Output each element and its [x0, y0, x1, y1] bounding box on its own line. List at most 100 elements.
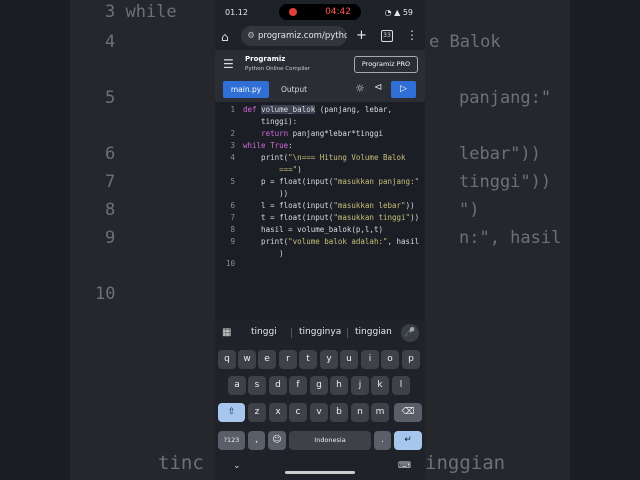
more-menu-icon[interactable]: ⋮ — [406, 28, 418, 42]
key-r[interactable]: r — [279, 350, 297, 369]
brand-logo[interactable]: Programiz — [245, 55, 285, 63]
key-a[interactable]: a — [228, 376, 246, 395]
tab-main-py[interactable]: main.py — [223, 81, 269, 98]
run-button[interactable]: ▷ — [391, 81, 416, 98]
key-i[interactable]: i — [361, 350, 379, 369]
shift-key[interactable]: ⇧ — [218, 403, 245, 422]
code-line: 10 — [225, 259, 235, 268]
key-v[interactable]: v — [310, 403, 328, 422]
symbols-key[interactable]: ?123 — [218, 431, 245, 450]
bg-line-8: 8 — [105, 200, 116, 220]
key-e[interactable]: e — [258, 350, 276, 369]
comma-key[interactable]: , — [248, 431, 265, 450]
code-line: 5 p = float(input("masukkan panjang:" — [230, 177, 420, 186]
bg-right-line-2: panjang:" — [459, 88, 552, 108]
bg-line-4: 4 — [105, 32, 116, 52]
key-p[interactable]: p — [402, 350, 420, 369]
shift-icon: ⇧ — [227, 407, 236, 417]
bg-line-10: 10 — [95, 284, 116, 304]
brand-subtitle: Python Online Compiler — [245, 66, 311, 72]
address-field[interactable]: ⚙ programiz.com/pytho — [241, 26, 347, 46]
key-x[interactable]: x — [269, 403, 287, 422]
key-u[interactable]: u — [340, 350, 358, 369]
space-key[interactable]: Indonesia — [289, 431, 371, 450]
code-line: 6 l = float(input("masukkan lebar")) — [230, 201, 415, 210]
key-s[interactable]: s — [248, 376, 266, 395]
signal-icon: ▲ — [394, 8, 401, 17]
bg-line-7: 7 — [105, 172, 116, 192]
enter-icon: ↵ — [404, 435, 412, 445]
url-text: programiz.com/pytho — [258, 31, 347, 41]
key-h[interactable]: h — [330, 376, 348, 395]
code-editor[interactable]: 1 def volume_balok (panjang, lebar, tingg… — [215, 102, 425, 320]
bg-right-line-1: e Balok — [429, 32, 501, 52]
key-t[interactable]: t — [299, 350, 317, 369]
keyboard-switch-icon[interactable]: ⌨ — [398, 461, 411, 471]
record-dot-icon — [289, 8, 297, 16]
key-f[interactable]: f — [289, 376, 307, 395]
bg-right-line-6: n:", hasil — [459, 228, 562, 248]
share-icon[interactable]: ⊲ — [374, 82, 382, 93]
period-key[interactable]: . — [374, 431, 391, 450]
key-c[interactable]: c — [289, 403, 307, 422]
system-nav-bar: ⌄ ⌨ — [215, 458, 425, 480]
code-line: 9 print("volume balok adalah:", hasil — [230, 237, 420, 246]
microphone-icon[interactable]: 🎤 — [401, 324, 419, 342]
code-line: )) — [243, 189, 289, 198]
suggestion-3[interactable]: tinggian — [355, 327, 392, 337]
programiz-pro-button[interactable]: Programiz PRO — [354, 56, 418, 73]
key-n[interactable]: n — [351, 403, 369, 422]
bg-bottom-right: inggian — [425, 452, 506, 474]
recording-pill[interactable]: 04:42 — [279, 4, 361, 20]
background-right-blur: e Balok panjang:" lebar")) tinggi")) ") … — [425, 0, 570, 480]
home-gesture-handle[interactable] — [285, 471, 355, 474]
tab-output[interactable]: Output — [271, 81, 317, 98]
code-line: 3 while True: — [230, 141, 293, 150]
bg-right-line-5: ") — [459, 200, 480, 220]
chevron-down-icon[interactable]: ⌄ — [233, 461, 241, 471]
suggestion-1[interactable]: tinggi — [251, 327, 277, 337]
emoji-key[interactable]: ☺ — [268, 431, 286, 450]
editor-toolbar: main.py Output ☼ ⊲ ▷ — [215, 78, 425, 103]
key-j[interactable]: j — [351, 376, 369, 395]
key-y[interactable]: y — [320, 350, 338, 369]
code-line: ===") — [243, 165, 302, 174]
code-line: tinggi): — [243, 117, 298, 126]
enter-key[interactable]: ↵ — [394, 431, 422, 450]
key-d[interactable]: d — [269, 376, 287, 395]
key-o[interactable]: o — [381, 350, 399, 369]
home-icon[interactable]: ⌂ — [221, 30, 229, 44]
tab-count-button[interactable]: 33 — [381, 30, 393, 42]
key-b[interactable]: b — [330, 403, 348, 422]
code-line: 4 print("\n=== Hitung Volume Balok — [230, 153, 406, 162]
theme-toggle-icon[interactable]: ☼ — [355, 82, 365, 95]
key-w[interactable]: w — [238, 350, 256, 369]
code-line: 1 def volume_balok (panjang, lebar, — [230, 105, 393, 114]
apps-grid-icon[interactable]: ▦ — [222, 327, 231, 338]
bg-bottom-left: tinc — [158, 452, 204, 474]
site-header: ☰ Programiz Python Online Compiler Progr… — [215, 50, 425, 78]
bg-right-line-4: tinggi")) — [459, 172, 552, 192]
backspace-key[interactable]: ⌫ — [394, 403, 422, 422]
hamburger-menu-icon[interactable]: ☰ — [223, 57, 234, 71]
phone-screen: 01.12 04:42 ◔ ▲ 59 ⌂ ⚙ programiz.com/pyth… — [215, 0, 425, 480]
bg-line-5: 5 — [105, 88, 116, 108]
keyboard-suggestions: ▦ tinggi tingginya tinggian 🎤 — [215, 320, 425, 346]
suggestion-2[interactable]: tingginya — [299, 327, 341, 337]
status-bar: 01.12 04:42 ◔ ▲ 59 — [215, 0, 425, 24]
key-q[interactable]: q — [218, 350, 236, 369]
key-l[interactable]: l — [392, 376, 410, 395]
code-line: 8 hasil = volume_balok(p,l,t) — [230, 225, 383, 234]
code-line: 7 t = float(input("masukkan tinggi")) — [230, 213, 420, 222]
new-tab-icon[interactable]: + — [356, 28, 367, 43]
key-m[interactable]: m — [371, 403, 389, 422]
key-g[interactable]: g — [310, 376, 328, 395]
status-icons: ◔ ▲ 59 — [385, 8, 413, 17]
key-z[interactable]: z — [248, 403, 266, 422]
site-settings-icon[interactable]: ⚙ — [244, 26, 258, 46]
bg-line-6: 6 — [105, 144, 116, 164]
status-time: 01.12 — [225, 8, 248, 17]
key-k[interactable]: k — [371, 376, 389, 395]
backspace-icon: ⌫ — [401, 407, 415, 417]
wifi-icon: ◔ — [384, 8, 392, 17]
